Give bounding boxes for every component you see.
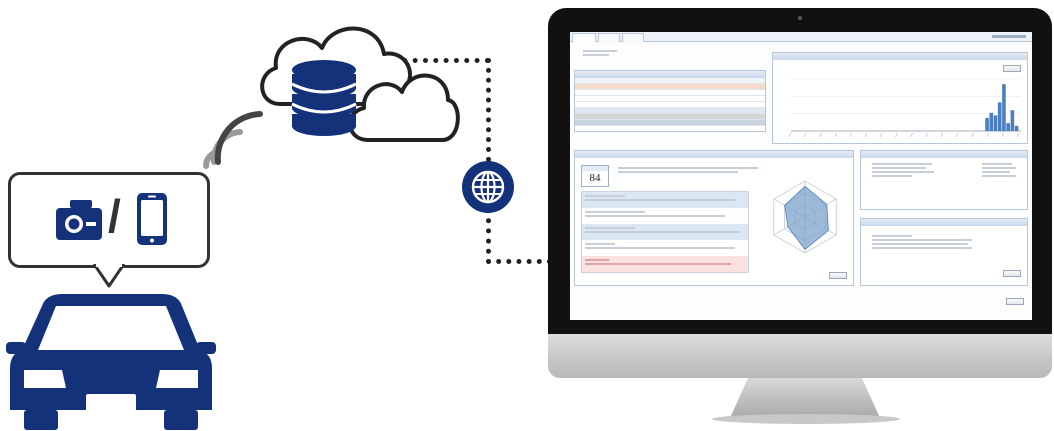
header-links[interactable] (992, 35, 1026, 38)
dashboard-screen: 84 (570, 32, 1032, 320)
dashboard-tab[interactable] (598, 33, 620, 42)
trip-list-panel (574, 70, 766, 132)
chart-bar (1010, 110, 1015, 131)
panel-header (575, 71, 765, 78)
monitor-chin (548, 334, 1052, 378)
chart-bar (1014, 125, 1019, 131)
info-panel (860, 150, 1028, 210)
x-tick (879, 132, 883, 138)
x-tick (1001, 132, 1005, 138)
car-icon (6, 294, 216, 430)
driving-radar-chart (773, 180, 837, 254)
footer-button[interactable] (1006, 298, 1024, 305)
panel-header (773, 53, 1027, 60)
dashboard-tab[interactable] (622, 33, 644, 42)
dashboard-tab[interactable] (572, 33, 596, 42)
chart-bar (985, 118, 989, 131)
score-description (615, 165, 765, 175)
table-row[interactable] (575, 120, 765, 126)
x-tick (986, 132, 989, 138)
dashboard-tabbar (570, 32, 1032, 42)
panel-header (861, 151, 1027, 158)
detail-button[interactable] (1003, 270, 1021, 277)
separator-slash: / (108, 190, 121, 242)
activity-chart-panel (772, 52, 1028, 144)
summary-text (580, 48, 620, 58)
x-tick (925, 132, 929, 138)
panel-header (861, 219, 1027, 226)
globe-icon (462, 161, 514, 213)
x-tick (864, 132, 868, 138)
chart-bar (993, 115, 998, 131)
connector-monitor-horizontal (486, 259, 552, 264)
chart-control-button[interactable] (1003, 65, 1021, 72)
monitor-camera (798, 16, 802, 20)
x-tick (834, 132, 837, 138)
wifi-signal-icon (202, 111, 263, 169)
score-panel: 84 (574, 150, 854, 286)
speech-bubble-tail (92, 264, 126, 288)
advice-list (581, 191, 749, 273)
score-value: 84 (589, 172, 601, 184)
activity-bar-chart (788, 78, 1021, 138)
radar-area (784, 185, 829, 250)
monitor-stand (730, 378, 880, 418)
cloud-database-group (260, 26, 460, 142)
score-box: 84 (581, 165, 609, 187)
x-tick (788, 132, 792, 138)
connector-cloud-vertical (486, 58, 491, 162)
connector-globe-vertical (486, 208, 491, 264)
chart-bar (1006, 123, 1010, 131)
monitor-foot (712, 414, 900, 424)
chart-bar (1002, 84, 1006, 131)
x-tick (940, 132, 944, 138)
panel-header (575, 151, 853, 158)
smartphone-icon (137, 193, 167, 245)
x-tick (910, 132, 913, 138)
x-tick (1016, 132, 1020, 138)
x-tick (971, 132, 974, 138)
database-icon (291, 60, 357, 136)
x-tick (803, 132, 807, 138)
x-tick (849, 132, 853, 138)
x-tick (895, 132, 898, 138)
detail-panel (860, 218, 1028, 286)
x-tick (819, 132, 822, 138)
x-tick (955, 132, 959, 138)
dashcam-icon (56, 200, 102, 240)
chart-bar (997, 102, 1002, 131)
score-detail-button[interactable] (829, 272, 847, 279)
chart-bar (989, 112, 994, 131)
